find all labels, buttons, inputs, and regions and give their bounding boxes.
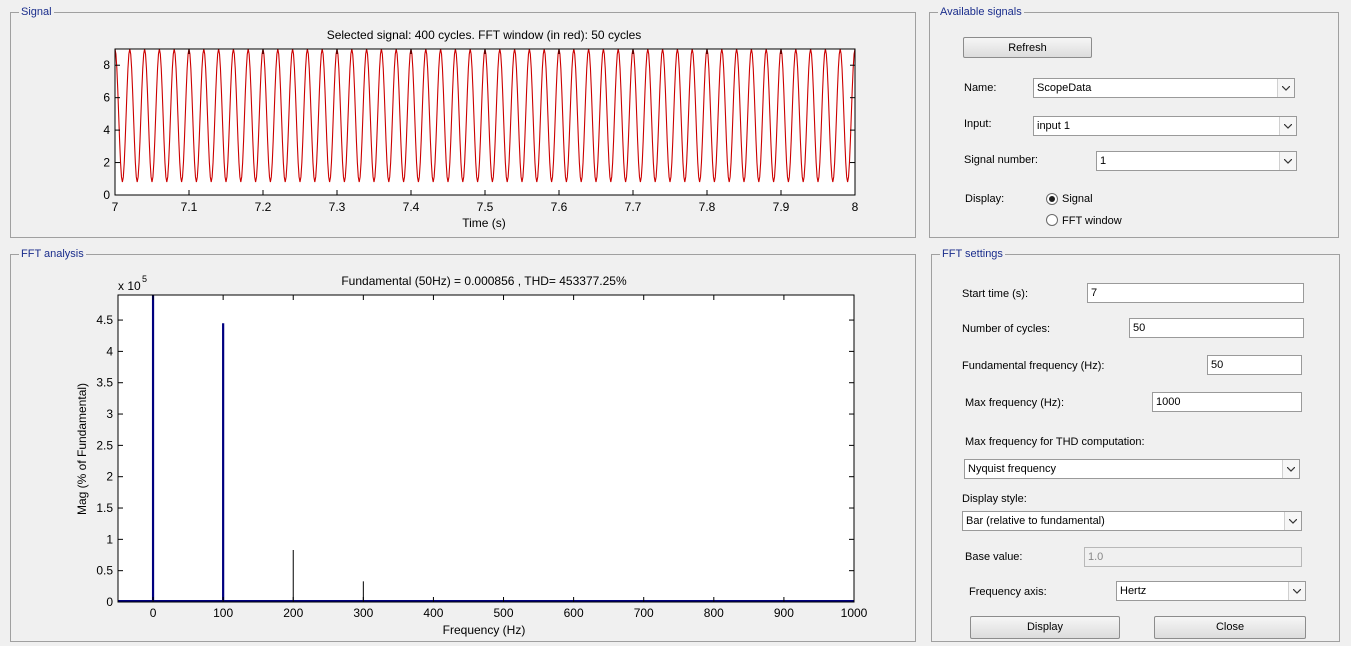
thd-select-value: Nyquist frequency <box>968 463 1057 475</box>
display-style-value: Bar (relative to fundamental) <box>966 515 1105 527</box>
chevron-down-icon[interactable] <box>1282 460 1299 478</box>
start-time-field[interactable] <box>1087 283 1304 303</box>
display-style-select[interactable]: Bar (relative to fundamental) <box>962 511 1302 531</box>
chevron-down-icon[interactable] <box>1279 152 1296 170</box>
signal-xlabel: Time (s) <box>462 216 506 230</box>
freq-axis-label: Frequency axis: <box>969 586 1047 598</box>
fft-settings-title: FFT settings <box>940 247 1005 261</box>
signal-y-tick-label: 8 <box>103 58 110 72</box>
signal-x-tick-label: 7.7 <box>625 200 642 214</box>
start-time-label: Start time (s): <box>962 288 1029 300</box>
input-select[interactable]: input 1 <box>1033 116 1297 136</box>
fund-freq-field[interactable] <box>1207 355 1302 375</box>
input-select-value: input 1 <box>1037 120 1071 132</box>
display-label: Display: <box>965 193 1005 205</box>
signal-number-value: 1 <box>1100 155 1107 167</box>
name-select[interactable]: ScopeData <box>1033 78 1295 98</box>
signal-x-tick-label: 8 <box>852 200 859 214</box>
display-fft-window-label[interactable]: FFT window <box>1062 214 1122 228</box>
signal-x-tick-label: 7.1 <box>181 200 198 214</box>
name-select-value: ScopeData <box>1037 82 1092 94</box>
display-signal-label[interactable]: Signal <box>1062 192 1093 206</box>
freq-axis-select[interactable]: Hertz <box>1116 581 1306 601</box>
close-button[interactable]: Close <box>1154 616 1306 639</box>
num-cycles-field[interactable] <box>1129 318 1304 338</box>
signal-x-tick-label: 7.5 <box>477 200 494 214</box>
display-fft-window-radio[interactable] <box>1046 214 1058 226</box>
fft-analysis-panel-title: FFT analysis <box>19 247 86 261</box>
fft-analysis-panel: FFT analysis <box>10 247 916 642</box>
signal-x-tick-label: 7.2 <box>255 200 272 214</box>
signal-x-tick-label: 7.4 <box>403 200 420 214</box>
chevron-down-icon[interactable] <box>1279 117 1296 135</box>
base-value-field <box>1084 547 1302 567</box>
chevron-down-icon[interactable] <box>1277 79 1294 97</box>
signal-x-tick-label: 7.8 <box>699 200 716 214</box>
base-value-label: Base value: <box>965 551 1023 563</box>
signal-chart-title: Selected signal: 400 cycles. FFT window … <box>327 28 642 42</box>
signal-y-tick-label: 0 <box>103 188 110 202</box>
display-signal-radio[interactable] <box>1046 193 1058 205</box>
signal-number-select[interactable]: 1 <box>1096 151 1297 171</box>
max-freq-label: Max frequency (Hz): <box>965 397 1065 409</box>
name-label: Name: <box>964 82 997 94</box>
max-freq-field[interactable] <box>1152 392 1302 412</box>
display-button[interactable]: Display <box>970 616 1120 639</box>
num-cycles-label: Number of cycles: <box>962 323 1051 335</box>
thd-label: Max frequency for THD computation: <box>965 436 1145 448</box>
signal-x-tick-label: 7.3 <box>329 200 346 214</box>
signal-y-tick-label: 2 <box>103 156 110 170</box>
chevron-down-icon[interactable] <box>1288 582 1305 600</box>
signal-y-tick-label: 4 <box>103 123 110 137</box>
available-signals-title: Available signals <box>938 5 1024 19</box>
input-label: Input: <box>964 118 992 130</box>
freq-axis-value: Hertz <box>1120 585 1147 597</box>
refresh-button[interactable]: Refresh <box>963 37 1092 58</box>
thd-select[interactable]: Nyquist frequency <box>964 459 1300 479</box>
signal-y-tick-label: 6 <box>103 91 110 105</box>
signal-x-tick-label: 7 <box>112 200 119 214</box>
chevron-down-icon[interactable] <box>1284 512 1301 530</box>
signal-x-tick-label: 7.9 <box>773 200 790 214</box>
display-style-label: Display style: <box>962 493 1027 505</box>
signal-x-tick-label: 7.6 <box>551 200 568 214</box>
signal-plot-area <box>115 49 855 195</box>
signal-number-label: Signal number: <box>964 154 1038 166</box>
fund-freq-label: Fundamental frequency (Hz): <box>962 360 1105 372</box>
